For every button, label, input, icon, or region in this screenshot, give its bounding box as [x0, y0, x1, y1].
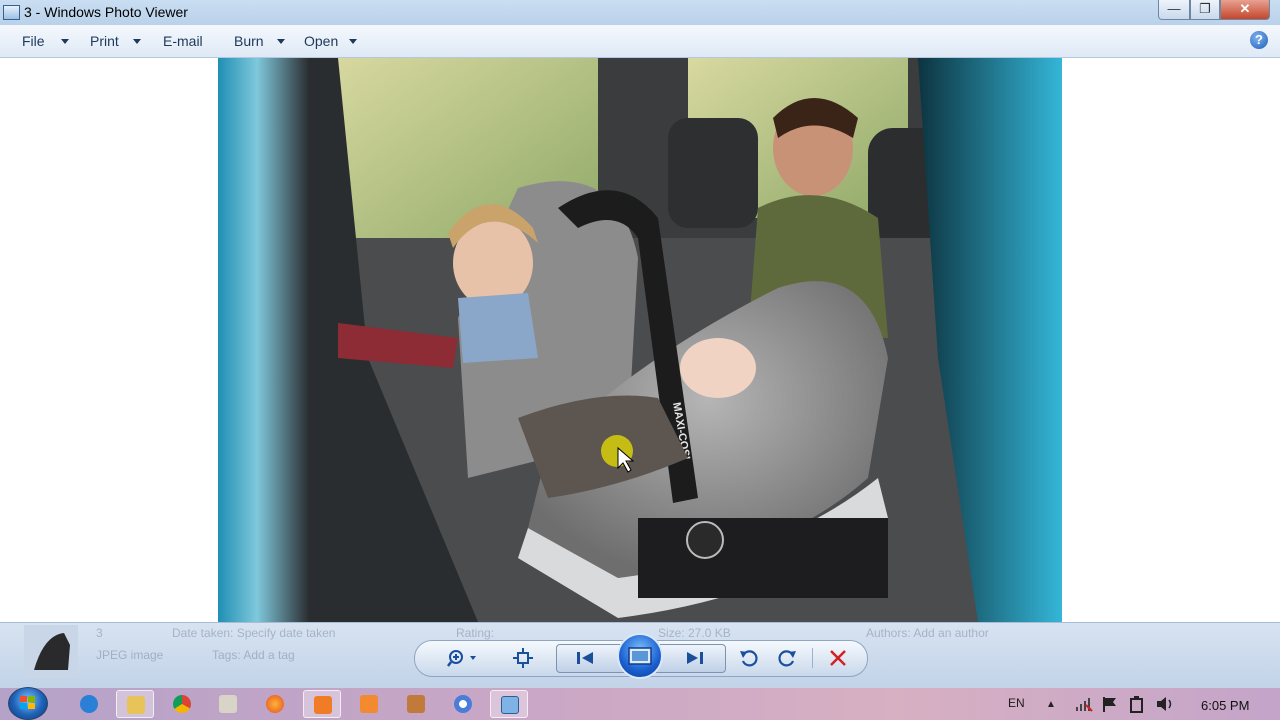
action-center-flag-icon[interactable]	[1101, 695, 1119, 713]
controls-separator	[812, 648, 813, 668]
authors[interactable]: Authors: Add an author	[866, 626, 989, 640]
taskbar-chrome[interactable]	[163, 690, 201, 718]
photo-viewer-icon	[501, 696, 519, 714]
volume-icon[interactable]	[1155, 695, 1175, 713]
start-button[interactable]	[8, 687, 48, 720]
displayed-photo: MAXI-COSI	[218, 58, 1062, 622]
taskbar-photo-viewer[interactable]	[490, 690, 528, 718]
taskbar-app-orange2[interactable]	[350, 690, 388, 718]
chrome2-icon	[454, 695, 472, 713]
taskbar-app-orange[interactable]	[303, 690, 341, 718]
taskbar-chrome2[interactable]	[444, 690, 482, 718]
show-hidden-icons[interactable]: ▲	[1046, 699, 1056, 710]
car-seat-photo: MAXI-COSI	[218, 58, 1062, 622]
tags[interactable]: Tags: Add a tag	[212, 648, 295, 662]
ie-icon	[80, 695, 98, 713]
app-orange-icon	[314, 696, 332, 714]
menu-print[interactable]: Print	[90, 33, 119, 49]
language-indicator[interactable]: EN	[1008, 696, 1025, 710]
taskbar-internet-explorer[interactable]	[70, 690, 108, 718]
help-icon[interactable]: ?	[1250, 31, 1268, 49]
app-tools-icon	[407, 695, 425, 713]
delete-icon[interactable]	[827, 648, 849, 668]
close-button[interactable]: ✕	[1220, 0, 1270, 20]
taskbar-explorer[interactable]	[116, 690, 154, 718]
media-icon	[219, 695, 237, 713]
taskbar-media[interactable]	[209, 690, 247, 718]
battery-icon[interactable]	[1128, 695, 1146, 713]
date-taken[interactable]: Date taken: Specify date taken	[172, 626, 335, 640]
explorer-icon	[127, 696, 145, 714]
actual-size-icon[interactable]	[512, 648, 534, 668]
file-type: JPEG image	[96, 648, 164, 662]
photo-viewer-app-icon	[3, 5, 20, 20]
slideshow-icon	[628, 647, 652, 665]
menu-bar: File Print E-mail Burn Open	[0, 25, 1280, 58]
menu-burn[interactable]: Burn	[234, 33, 264, 49]
taskbar-firefox[interactable]	[256, 690, 294, 718]
rotate-clockwise-icon[interactable]	[776, 648, 798, 668]
rotate-counterclockwise-icon[interactable]	[738, 648, 760, 668]
file-dropdown-arrow-icon[interactable]	[61, 39, 69, 44]
menu-email[interactable]: E-mail	[163, 33, 203, 49]
slideshow-button[interactable]	[617, 633, 663, 679]
title-bar: 3 - Windows Photo Viewer — ❐ ✕	[0, 0, 1280, 25]
firefox-icon	[266, 695, 284, 713]
taskbar-app-tools[interactable]	[397, 690, 435, 718]
chrome-icon	[173, 695, 191, 713]
window-title: 3 - Windows Photo Viewer	[24, 4, 188, 20]
clock[interactable]: 6:05 PM	[1201, 698, 1249, 713]
windows-logo-icon	[20, 696, 35, 709]
minimize-button[interactable]: —	[1158, 0, 1190, 20]
magnifier-icon[interactable]	[446, 648, 480, 668]
previous-icon[interactable]	[574, 648, 596, 668]
print-dropdown-arrow-icon[interactable]	[133, 39, 141, 44]
next-icon[interactable]	[684, 648, 706, 668]
photo-thumbnail[interactable]	[24, 625, 78, 679]
rating: Rating:	[456, 626, 495, 640]
app-orange2-icon	[360, 695, 378, 713]
network-icon[interactable]	[1074, 695, 1094, 713]
menu-file[interactable]: File	[22, 33, 45, 49]
burn-dropdown-arrow-icon[interactable]	[277, 39, 285, 44]
open-dropdown-arrow-icon[interactable]	[349, 39, 357, 44]
file-size: Size: 27.0 KB	[658, 626, 731, 640]
maximize-button[interactable]: ❐	[1190, 0, 1220, 20]
file-name: 3	[96, 626, 103, 640]
menu-open[interactable]: Open	[304, 33, 338, 49]
